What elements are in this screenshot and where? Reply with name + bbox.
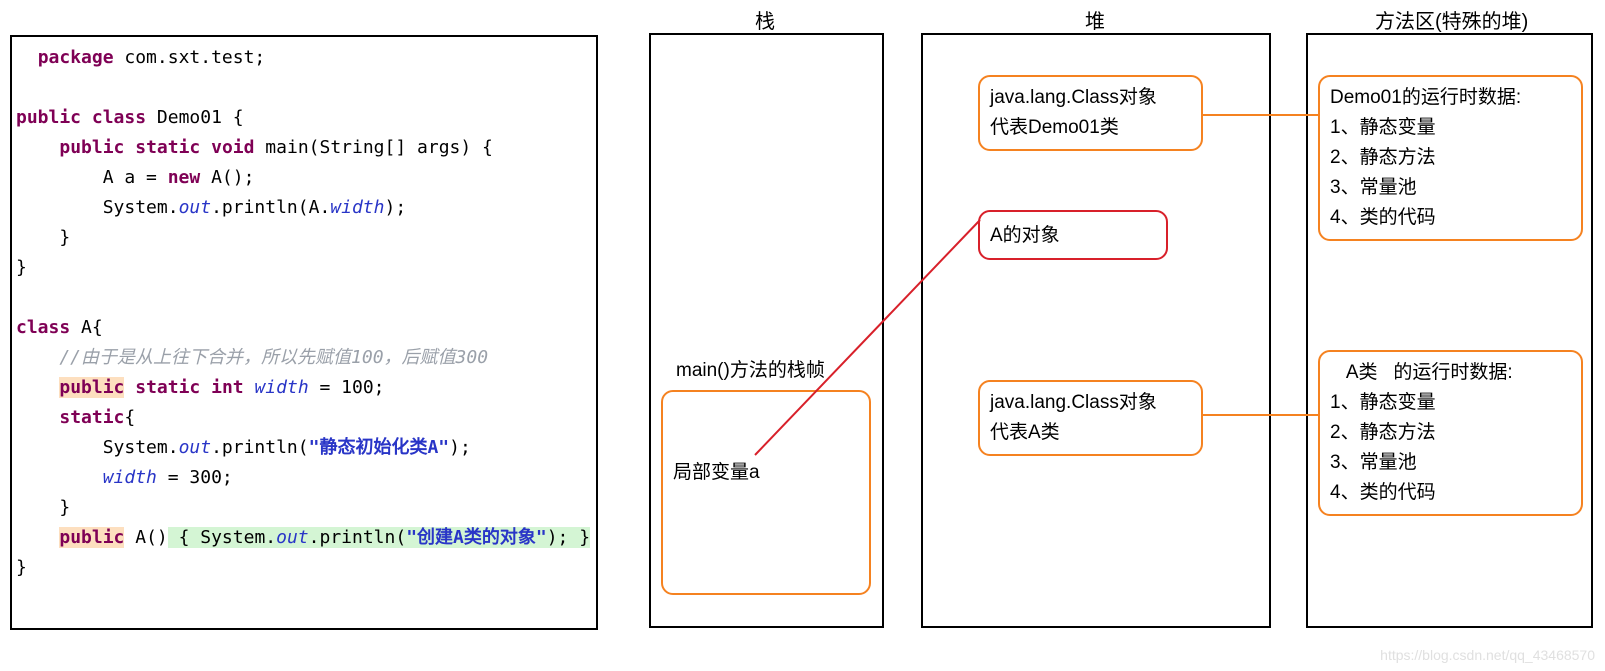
heap-header: 堆 [1085, 5, 1105, 34]
stack-frame-label: main()方法的栈帧 [676, 355, 825, 382]
stack-header: 栈 [755, 5, 775, 34]
class-demo-box: java.lang.Class对象 代表Demo01类 [978, 75, 1203, 151]
demo-runtime-box: Demo01的运行时数据: 1、静态变量 2、静态方法 3、常量池 4、类的代码 [1318, 75, 1583, 241]
heap-column: java.lang.Class对象 代表Demo01类 A的对象 java.la… [921, 33, 1271, 628]
stack-frame-box: 局部变量a [661, 390, 871, 595]
code-panel: package com.sxt.test; public class Demo0… [10, 35, 598, 630]
code-content: package com.sxt.test; public class Demo0… [12, 37, 596, 589]
class-a-box: java.lang.Class对象 代表A类 [978, 380, 1203, 456]
local-var-a: 局部变量a [673, 458, 859, 488]
watermark: https://blog.csdn.net/qq_43468570 [1380, 647, 1595, 663]
stack-column: main()方法的栈帧 局部变量a [649, 33, 884, 628]
a-runtime-box: A类 的运行时数据: 1、静态变量 2、静态方法 3、常量池 4、类的代码 [1318, 350, 1583, 516]
kw-package: package [38, 47, 114, 68]
a-object-box: A的对象 [978, 210, 1168, 260]
method-area-column: Demo01的运行时数据: 1、静态变量 2、静态方法 3、常量池 4、类的代码… [1306, 33, 1593, 628]
a-runtime-title: A类 的运行时数据: [1330, 358, 1571, 388]
method-header: 方法区(特殊的堆) [1375, 5, 1528, 34]
